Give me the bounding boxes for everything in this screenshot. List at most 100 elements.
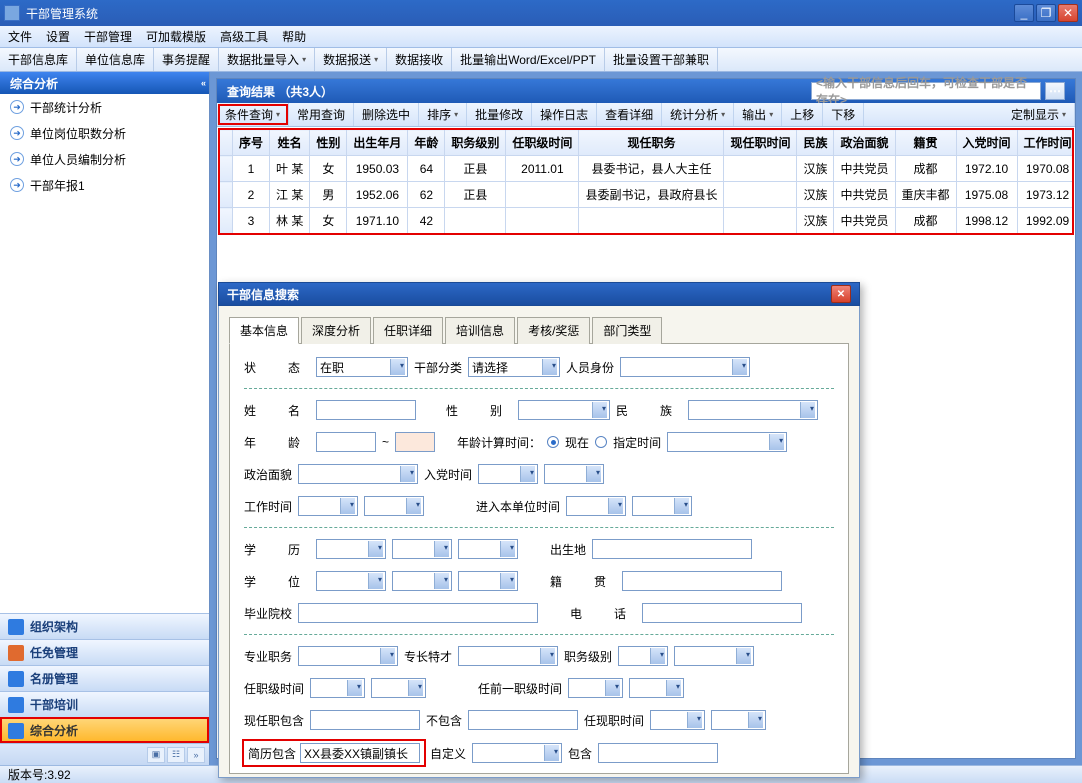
agecalc-date-select[interactable] [667,432,787,452]
table-row[interactable]: 1叶 某女1950.0364正县2011.01县委书记，县人大主任汉族中共党员成… [220,156,1074,182]
degree-select3[interactable] [458,571,518,591]
ptb-统计分析[interactable]: 统计分析 [662,103,734,126]
tool-数据批量导入[interactable]: 数据批量导入 [219,48,315,71]
stack-名册管理[interactable]: 名册管理 [0,665,209,691]
age-to-input[interactable] [395,432,435,452]
prevranktime-to[interactable] [629,678,684,698]
worktime-from[interactable] [298,496,358,516]
degree-select1[interactable] [316,571,386,591]
tab-基本信息[interactable]: 基本信息 [229,317,299,344]
curjobtime-from[interactable] [650,710,705,730]
collapse-icon[interactable]: « [201,78,203,88]
tool-数据接收[interactable]: 数据接收 [387,48,452,71]
rank-select2[interactable] [674,646,754,666]
tab-深度分析[interactable]: 深度分析 [301,317,371,344]
rank-select1[interactable] [618,646,668,666]
degree-select2[interactable] [392,571,452,591]
joinunit-from[interactable] [566,496,626,516]
radio-now[interactable] [547,436,559,448]
ranktime-to[interactable] [371,678,426,698]
ptb-操作日志[interactable]: 操作日志 [532,103,597,126]
menu-高级工具[interactable]: 高级工具 [220,28,268,45]
identity-select[interactable] [620,357,750,377]
col-header[interactable]: 姓名 [270,130,310,156]
table-row[interactable]: 2江 某男1952.0662正县县委副书记，县政府县长汉族中共党员重庆丰都197… [220,182,1074,208]
edu-select2[interactable] [392,539,452,559]
specjob-select[interactable] [298,646,398,666]
ranktime-from[interactable] [310,678,365,698]
edu-select3[interactable] [458,539,518,559]
quick-search-input[interactable]: <输入干部信息后回车，可检查干部是否存在> [811,82,1041,100]
sidebar-item[interactable]: ➜干部年报1 [0,172,209,198]
age-from-input[interactable] [316,432,376,452]
curjobtime-to[interactable] [711,710,766,730]
stack-干部培训[interactable]: 干部培训 [0,691,209,717]
stack-任免管理[interactable]: 任免管理 [0,639,209,665]
resume-has-input[interactable] [300,743,420,763]
table-row[interactable]: 3林 某女1971.1042汉族中共党员成都1998.121992.09在职大学 [220,208,1074,234]
category-select[interactable]: 请选择 [468,357,560,377]
partytime-to[interactable] [544,464,604,484]
ptb-查看详细[interactable]: 查看详细 [597,103,662,126]
tel-input[interactable] [642,603,802,623]
col-header[interactable]: 民族 [797,130,834,156]
tool-批量输出Word/Excel/PPT[interactable]: 批量输出Word/Excel/PPT [452,48,605,71]
curjob-has-input[interactable] [310,710,420,730]
menu-干部管理[interactable]: 干部管理 [84,28,132,45]
ptb-输出[interactable]: 输出 [734,103,782,126]
radio-date[interactable] [595,436,607,448]
col-header[interactable]: 现任职时间 [724,130,797,156]
dialog-titlebar[interactable]: 干部信息搜索 ✕ [218,282,860,306]
status-select[interactable]: 在职 [316,357,408,377]
col-header[interactable]: 现任职务 [579,130,724,156]
sidebar-item[interactable]: ➜单位岗位职数分析 [0,120,209,146]
dialog-close-button[interactable]: ✕ [831,285,851,303]
foot-chevron-icon[interactable]: » [187,747,205,763]
result-grid[interactable]: 序号姓名性别出生年月年龄职务级别任职级时间现任职务现任职时间民族政治面貌籍贯入党… [219,129,1073,234]
close-button[interactable]: ✕ [1058,4,1078,22]
menu-帮助[interactable]: 帮助 [282,28,306,45]
minimize-button[interactable]: _ [1014,4,1034,22]
stack-组织架构[interactable]: 组织架构 [0,613,209,639]
custom-select[interactable] [472,743,562,763]
col-header[interactable]: 职务级别 [445,130,506,156]
school-input[interactable] [298,603,538,623]
joinunit-to[interactable] [632,496,692,516]
partytime-from[interactable] [478,464,538,484]
ptb-下移[interactable]: 下移 [823,103,864,126]
tab-部门类型[interactable]: 部门类型 [592,317,662,344]
ptb-上移[interactable]: 上移 [782,103,823,126]
menu-设置[interactable]: 设置 [46,28,70,45]
tool-干部信息库[interactable]: 干部信息库 [0,48,77,71]
gender-select[interactable] [518,400,610,420]
edu-select1[interactable] [316,539,386,559]
nation-select[interactable] [688,400,818,420]
col-header[interactable]: 工作时间 [1017,130,1073,156]
politic-select[interactable] [298,464,418,484]
maximize-button[interactable]: ❐ [1036,4,1056,22]
menu-文件[interactable]: 文件 [8,28,32,45]
curjob-nothas-input[interactable] [468,710,578,730]
tab-任职详细[interactable]: 任职详细 [373,317,443,344]
col-header[interactable]: 入党时间 [956,130,1017,156]
col-header[interactable]: 任职级时间 [506,130,579,156]
tool-单位信息库[interactable]: 单位信息库 [77,48,154,71]
ptb-删除选中[interactable]: 删除选中 [354,103,419,126]
sidebar-item[interactable]: ➜单位人员编制分析 [0,146,209,172]
specialty-select[interactable] [458,646,558,666]
tool-数据报送[interactable]: 数据报送 [315,48,387,71]
ptb-排序[interactable]: 排序 [419,103,467,126]
ptb-批量修改[interactable]: 批量修改 [467,103,532,126]
tab-培训信息[interactable]: 培训信息 [445,317,515,344]
col-header[interactable]: 性别 [310,130,347,156]
name-input[interactable] [316,400,416,420]
tool-批量设置干部兼职[interactable]: 批量设置干部兼职 [605,48,718,71]
birthplace-input[interactable] [592,539,752,559]
col-header[interactable]: 籍贯 [895,130,956,156]
menu-可加载模版[interactable]: 可加载模版 [146,28,206,45]
tab-考核/奖惩[interactable]: 考核/奖惩 [517,317,590,344]
ptb-custom-display[interactable]: 定制显示 [1003,103,1075,126]
prevranktime-from[interactable] [568,678,623,698]
col-header[interactable]: 年龄 [408,130,445,156]
stack-综合分析[interactable]: 综合分析 [0,717,209,743]
